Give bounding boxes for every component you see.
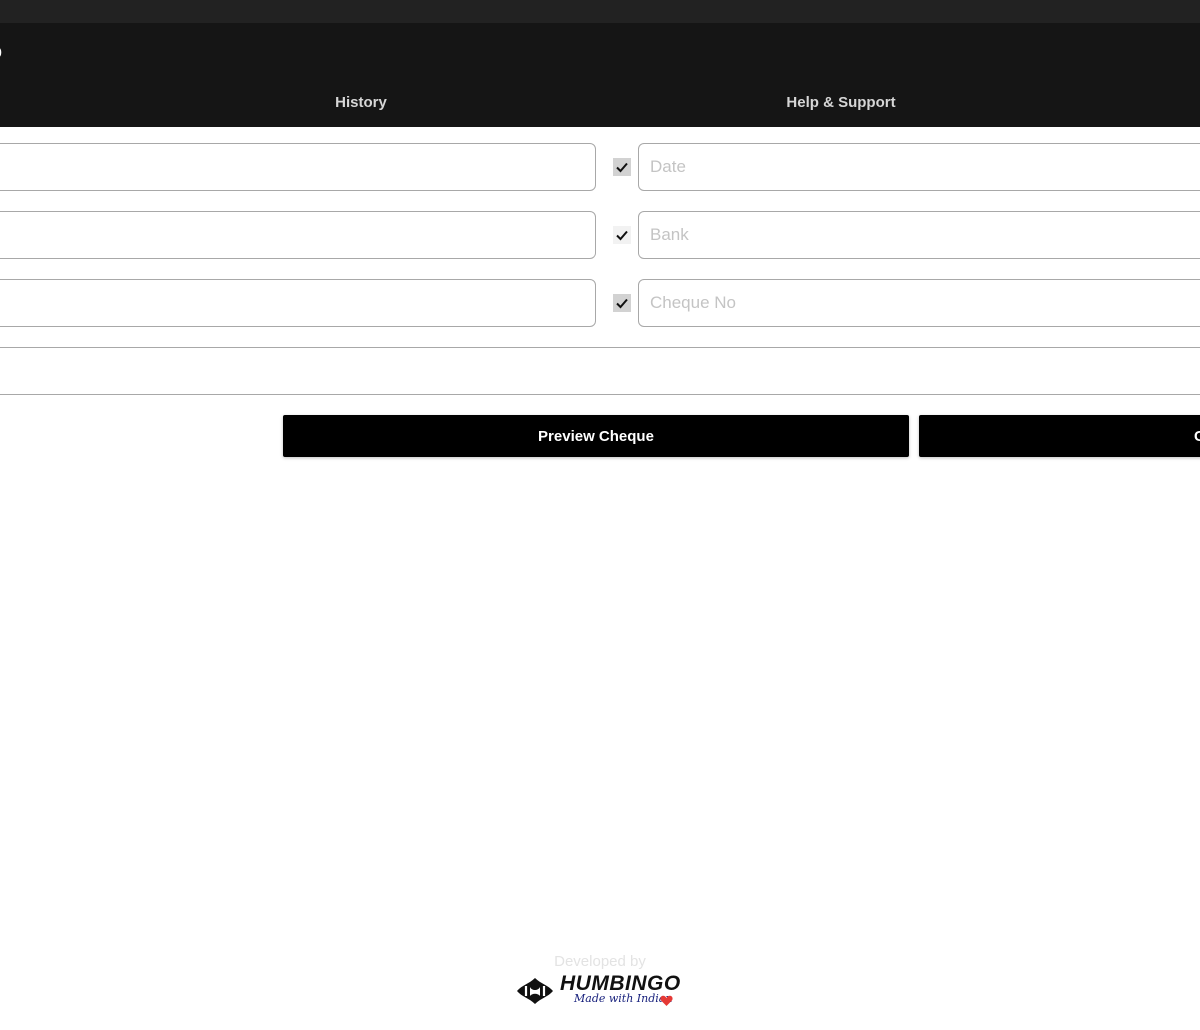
humbingo-logo-icon: [517, 978, 553, 1004]
app-title: O: [0, 43, 2, 64]
date-input[interactable]: [638, 143, 1200, 191]
date-checkbox[interactable]: [613, 158, 631, 176]
check-icon: [616, 162, 628, 173]
humbingo-brand[interactable]: HUMBINGO Made with Indian: [516, 972, 686, 1012]
left-input-row-3[interactable]: [0, 279, 596, 327]
nav-history[interactable]: History: [335, 94, 387, 111]
cheque-no-checkbox[interactable]: [613, 294, 631, 312]
nav-help-support[interactable]: Help & Support: [786, 94, 895, 111]
full-width-input[interactable]: [0, 347, 1200, 395]
heart-icon: [660, 995, 673, 1006]
secondary-action-button[interactable]: C: [919, 415, 1200, 457]
left-input-row-1[interactable]: [0, 143, 596, 191]
check-icon: [616, 298, 628, 309]
app-header: O History Help & Support: [0, 23, 1200, 127]
preview-cheque-button[interactable]: Preview Cheque: [283, 415, 909, 457]
bank-input[interactable]: [638, 211, 1200, 259]
cheque-no-input[interactable]: [638, 279, 1200, 327]
developed-by-label: Developed by: [554, 953, 646, 970]
left-input-row-2[interactable]: [0, 211, 596, 259]
page: O History Help & Support Preview Cheque …: [0, 0, 1200, 1030]
check-icon: [616, 230, 628, 241]
system-top-bar: [0, 0, 1200, 23]
bank-checkbox[interactable]: [613, 226, 631, 244]
brand-tagline: Made with Indian: [574, 992, 673, 1005]
